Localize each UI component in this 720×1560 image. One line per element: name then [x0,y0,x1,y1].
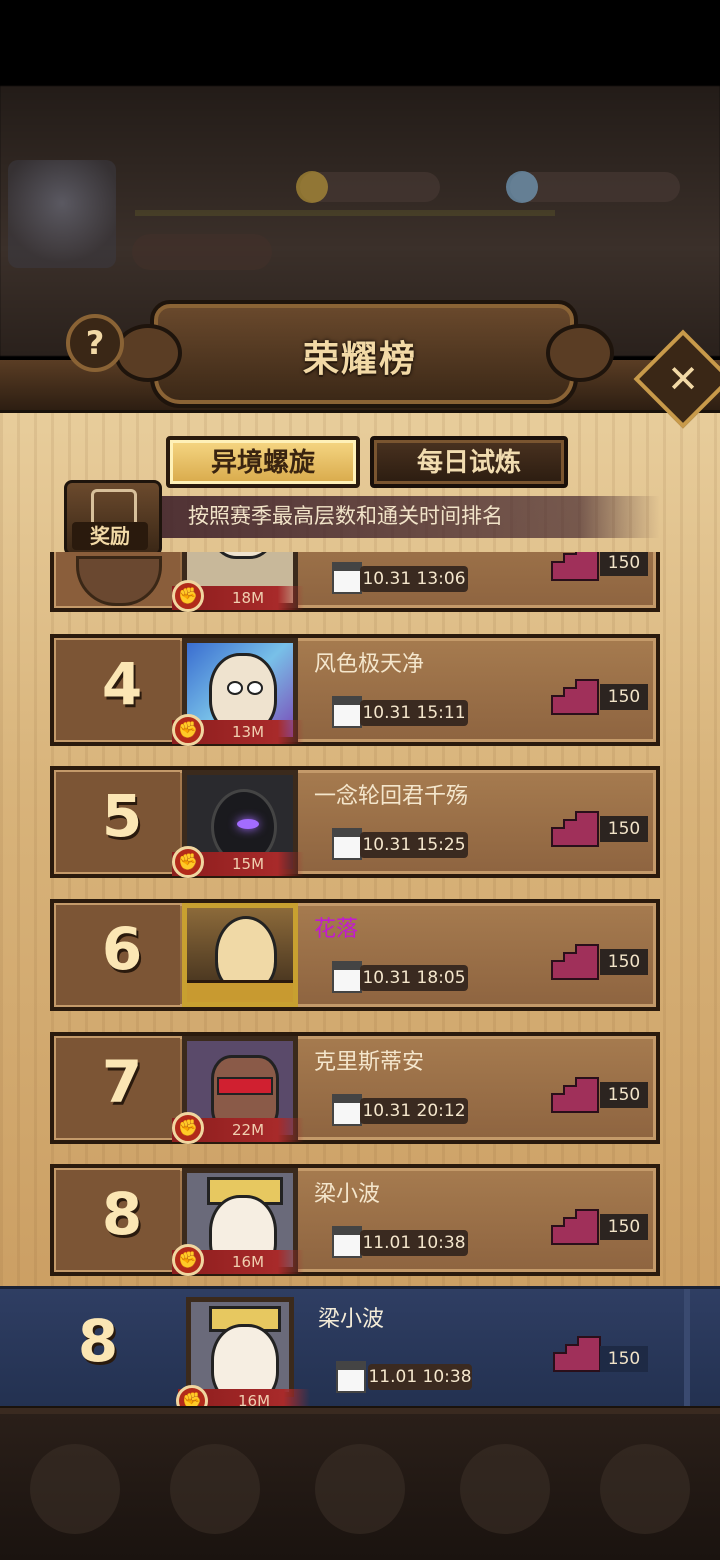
fist-icon: ✊ [172,846,204,878]
tab-daily-trial[interactable]: 每日试炼 [370,436,568,488]
clear-time: 11.01 10:38 [360,1230,468,1256]
fist-icon: ✊ [172,1244,204,1276]
calendar-icon [332,1226,362,1258]
nav-item[interactable] [170,1444,260,1534]
background-gold-icon [296,171,328,203]
close-icon: ✕ [667,357,699,401]
rank-number: 4 [101,650,143,718]
floor-value: 150 [600,816,648,842]
calendar-icon [332,562,362,594]
rank-emblem [56,552,180,606]
stairs-icon [551,811,599,847]
clear-time: 10.31 20:12 [360,1098,468,1124]
list-item[interactable]: 5 15M ✊ 一念轮回君千殇 10.31 15:25 150 [50,766,660,878]
fist-icon: ✊ [172,1112,204,1144]
my-floor-value: 150 [600,1346,648,1372]
bottom-navigation [0,1414,720,1560]
reward-label[interactable]: 奖励 [72,522,148,550]
clear-time: 10.31 15:25 [360,832,468,858]
player-name: 克里斯蒂安 [314,1050,425,1075]
avatar-face [209,552,277,559]
rank-number: 5 [101,782,143,850]
help-button[interactable]: ? [66,314,124,372]
player-name: 花落 [314,917,359,942]
avatar [182,903,298,1007]
rank-medal-icon [76,556,162,606]
my-avatar [186,1297,294,1397]
calendar-icon [332,961,362,993]
player-name: 风色极天净 [314,652,425,677]
floor-value: 150 [600,949,648,975]
stairs-icon [551,944,599,980]
rank-number: 6 [101,915,143,983]
stairs-icon [551,552,599,581]
nav-item[interactable] [460,1444,550,1534]
list-item[interactable]: 18M ✊ 10.31 13:06 150 [50,552,660,612]
chest-icon [91,489,137,525]
stairs-icon [551,1077,599,1113]
my-clear-time: 11.01 10:38 [368,1364,472,1390]
clear-time: 10.31 13:06 [360,566,468,592]
my-rank-number: 8 [77,1307,119,1375]
floor-value: 150 [600,684,648,710]
gold-frame-ornament [187,980,293,1002]
tab-abyss-spiral[interactable]: 异境螺旋 [166,436,360,488]
nav-item[interactable] [600,1444,690,1534]
floor-value: 150 [600,1214,648,1240]
clear-time: 10.31 18:05 [360,965,468,991]
list-item[interactable]: 7 22M ✊ 克里斯蒂安 10.31 20:12 150 [50,1032,660,1144]
rank-number: 8 [101,1180,143,1248]
background-stamina-pill [132,234,272,270]
background-exp-bar [135,210,555,216]
stairs-icon [553,1336,601,1372]
nav-item[interactable] [315,1444,405,1534]
ranking-description: 按照赛季最高层数和通关时间排名 [188,504,503,528]
nav-item[interactable] [30,1444,120,1534]
floor-value: 150 [600,552,648,576]
my-rank-row[interactable]: 8 16M ✊ 梁小波 11.01 10:38 150 [0,1286,720,1420]
status-bar [0,0,720,86]
player-name: 一念轮回君千殇 [314,784,469,809]
scroll-edge [684,1289,690,1417]
floor-value: 150 [600,1082,648,1108]
rank-number: 7 [101,1048,143,1116]
calendar-icon [336,1361,366,1393]
clear-time: 10.31 15:11 [360,700,468,726]
stairs-icon [551,679,599,715]
calendar-icon [332,828,362,860]
list-item[interactable]: 8 16M ✊ 梁小波 11.01 10:38 150 [50,1164,660,1276]
fist-icon: ✊ [172,580,204,612]
calendar-icon [332,696,362,728]
my-player-name: 梁小波 [318,1307,385,1332]
background-player-avatar [8,160,116,268]
ranking-list[interactable]: 18M ✊ 10.31 13:06 150 4 13M ✊ 风色极天净 10.3… [0,552,720,1286]
page-title: 荣耀榜 [302,339,417,380]
list-item[interactable]: 6 花落 10.31 18:05 150 [50,899,660,1011]
calendar-icon [332,1094,362,1126]
list-item[interactable]: 4 13M ✊ 风色极天净 10.31 15:11 150 [50,634,660,746]
player-name: 梁小波 [314,1182,381,1207]
fist-icon: ✊ [172,714,204,746]
background-gem-icon [506,171,538,203]
stairs-icon [551,1209,599,1245]
